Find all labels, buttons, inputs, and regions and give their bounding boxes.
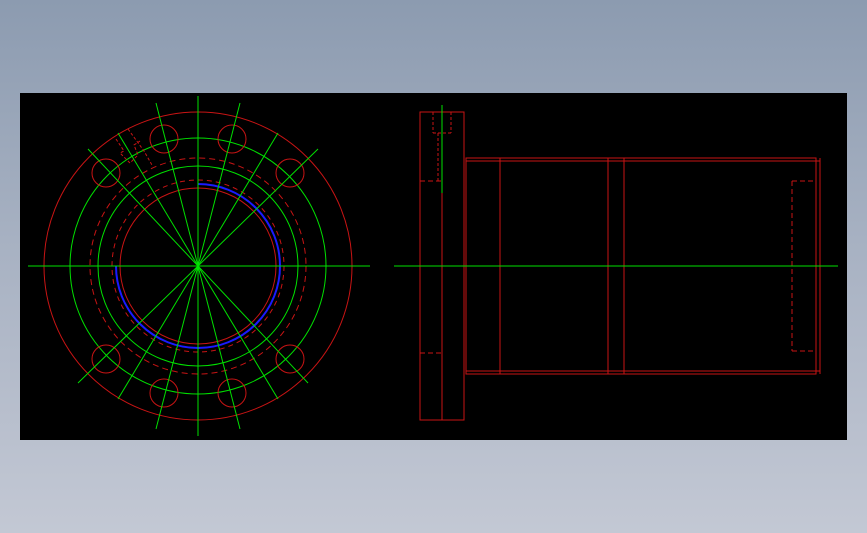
- bolt-hole: [91, 344, 121, 374]
- side-view: [394, 105, 838, 421]
- bolt-hole: [91, 158, 121, 188]
- front-centerlines: [28, 96, 370, 436]
- bolt-hole: [217, 378, 247, 408]
- flange-hidden-hole: [420, 180, 443, 354]
- bolt-hole: [217, 124, 247, 154]
- bolt-hole: [149, 378, 179, 408]
- oil-hole-passage: [127, 128, 153, 166]
- cad-drawing-canvas: [28, 96, 838, 436]
- bolt-hole: [275, 158, 305, 188]
- cad-viewport[interactable]: [20, 93, 847, 440]
- bolt-hole: [275, 344, 305, 374]
- front-view: [28, 96, 370, 436]
- bolt-hole: [149, 124, 179, 154]
